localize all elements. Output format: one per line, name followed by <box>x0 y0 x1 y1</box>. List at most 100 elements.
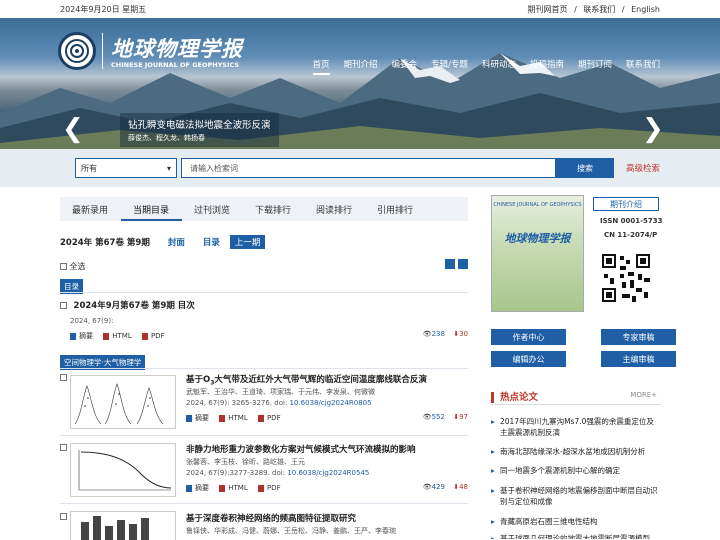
html-icon <box>219 484 226 492</box>
doi-link[interactable]: 10.6038/cjg2024R0545 <box>287 469 369 477</box>
export-icon[interactable] <box>445 259 455 269</box>
article-links: 摘要 HTML PDF <box>186 483 281 493</box>
tab-past-issues[interactable]: 过刊浏览 <box>182 197 243 221</box>
hot-paper-item[interactable]: 同一地震多个震源机制中心解的确定 <box>491 465 661 476</box>
article-authors: 张馨蓉、李玉枝、徐昕、路屹雄、王元 <box>186 458 305 466</box>
top-bar: 2024年9月20日 星期五 期刊网首页 / 联系我们 / English <box>0 0 720 18</box>
nav-home[interactable]: 首页 <box>312 58 330 75</box>
abstract-icon <box>70 332 76 340</box>
chevron-right-icon[interactable]: ❯ <box>642 116 664 142</box>
previous-issue-button[interactable]: 上一期 <box>229 235 266 249</box>
advanced-search-link[interactable]: 高级检索 <box>626 162 660 174</box>
journal-logo[interactable]: 地球物理学报 CHINESE JOURNAL OF GEOPHYSICS <box>58 32 243 70</box>
cover-link[interactable]: 封面 <box>168 236 185 248</box>
issn-label: ISSN 0001-5733 <box>600 217 663 225</box>
divider <box>60 292 468 293</box>
html-icon <box>219 414 226 422</box>
doi-link[interactable]: 10.6038/cjg2024R0805 <box>290 399 372 407</box>
eye-icon: 👁 <box>422 483 432 491</box>
editor-office-button[interactable]: 编辑办公 <box>491 351 566 367</box>
toc-entry: 2024年9月第67卷 第9期 目次 2024, 67(9): 摘要 HTML … <box>60 299 468 341</box>
divider <box>60 503 468 504</box>
select-all-checkbox[interactable] <box>60 263 67 270</box>
article-links: 摘要 HTML PDF <box>186 413 281 423</box>
nav-submission-guide[interactable]: 投稿指南 <box>530 58 564 75</box>
tab-latest-accepted[interactable]: 最新录用 <box>60 197 121 221</box>
pdf-icon <box>257 484 264 492</box>
article-item: 基于O3大气带及近红外大气带气辉的临近空间温度廓线联合反演 武魁军、王治华、王道… <box>60 373 468 422</box>
journal-cover-image[interactable]: CHINESE JOURNAL OF GEOPHYSICS 地球物理学报 <box>491 195 584 312</box>
issue-info: 2024年 第67卷 第9期 封面 目录 上一期 <box>60 235 266 249</box>
logo-english-title: CHINESE JOURNAL OF GEOPHYSICS <box>111 61 240 69</box>
hot-paper-item[interactable]: 青藏高原岩石圈三维电性结构 <box>491 516 661 527</box>
main-nav: 首页 期刊介绍 编委会 专辑/专题 科研动态 投稿指南 期刊订阅 联系我们 <box>299 58 660 75</box>
article-stats: 👁429 ⬇48 <box>422 483 468 491</box>
emblem-icon <box>58 32 96 70</box>
article-item: 非静力地形重力波参数化方案对气候模式大气环流模拟的影响 张馨蓉、李玉枝、徐昕、路… <box>60 443 468 492</box>
article-checkbox[interactable] <box>60 444 67 451</box>
nav-research-news[interactable]: 科研动态 <box>482 58 516 75</box>
article-title[interactable]: 非静力地形重力波参数化方案对气候模式大气环流模拟的影响 <box>186 443 416 455</box>
slide-title: 钻孔瞬变电磁法拟地震全波形反演 <box>128 120 271 131</box>
article-citation: 2024, 67(9):3277-3289. doi: 10.6038/cjg2… <box>186 469 370 477</box>
eye-icon: 👁 <box>422 330 432 338</box>
contact-link[interactable]: 联系我们 <box>583 5 615 14</box>
more-link[interactable]: MORE+ <box>630 391 657 399</box>
caret-down-icon: ▾ <box>166 163 171 173</box>
current-date: 2024年9月20日 星期五 <box>60 4 147 14</box>
article-citation: 2024, 67(9): 3265-3276. doi: 10.6038/cjg… <box>186 399 372 407</box>
article-authors: 武魁军、王治华、王道琦、项家瑞、于元伟、李发泉、何微微 <box>186 388 375 396</box>
hot-papers-header: 热点论文 MORE+ <box>491 389 661 405</box>
slide-caption[interactable]: 钻孔瞬变电磁法拟地震全波形反演 薛俊杰、程久龙、韩扬春 <box>120 113 279 147</box>
toc-meta: 2024, 67(9): <box>70 317 114 325</box>
search-input[interactable]: 请输入检索词 <box>181 158 556 178</box>
article-figure-thumbnail[interactable] <box>70 375 176 429</box>
search-button[interactable]: 搜索 <box>556 158 614 178</box>
hot-paper-item[interactable]: 2017年四川九寨沟Ms7.0强震的余震重定位及主震震源机制反演 <box>491 416 661 438</box>
english-link[interactable]: English <box>631 5 660 14</box>
article-stats: 👁552 ⬇97 <box>422 413 468 421</box>
article-item: 基于深度卷积神经网络的频高图特征提取研究 鲁铎侠、华彩成、冯健、蔚娜、王岳松、冯… <box>60 512 468 535</box>
expert-review-button[interactable]: 专家审稿 <box>601 329 676 345</box>
author-center-button[interactable]: 作者中心 <box>491 329 566 345</box>
tab-current-issue[interactable]: 当期目录 <box>121 197 182 221</box>
qr-code-icon <box>600 252 652 304</box>
abstract-icon <box>186 484 192 492</box>
nav-journal-intro[interactable]: 期刊介绍 <box>344 58 378 75</box>
journal-intro-button[interactable]: 期刊介绍 <box>593 197 659 211</box>
article-checkbox[interactable] <box>60 513 67 520</box>
rss-icon[interactable] <box>458 259 468 269</box>
toc-checkbox[interactable] <box>60 302 67 309</box>
logo-chinese-title: 地球物理学报 <box>111 36 243 61</box>
cn-label: CN 11-2074/P <box>604 231 658 239</box>
pdf-icon <box>141 332 148 340</box>
nav-special-issues[interactable]: 专辑/专题 <box>431 58 468 75</box>
pdf-icon <box>257 414 264 422</box>
chief-editor-review-button[interactable]: 主编审稿 <box>601 351 676 367</box>
tab-citation-ranking[interactable]: 引用排行 <box>365 197 426 221</box>
portal-home-link[interactable]: 期刊网首页 <box>528 5 568 14</box>
nav-contact[interactable]: 联系我们 <box>626 58 660 75</box>
nav-subscription[interactable]: 期刊订阅 <box>578 58 612 75</box>
chevron-left-icon[interactable]: ❮ <box>62 116 84 142</box>
slide-authors: 薛俊杰、程久龙、韩扬春 <box>128 134 205 142</box>
hero-banner: 地球物理学报 CHINESE JOURNAL OF GEOPHYSICS 首页 … <box>0 18 720 149</box>
hot-paper-item[interactable]: 南海北部陆缘深水-超深水盆地成因机制分析 <box>491 446 661 457</box>
hot-paper-item[interactable]: 基于卷积神经网络的地震偏移剖面中断层自动识别与定位和成像 <box>491 485 661 507</box>
nav-editorial-board[interactable]: 编委会 <box>392 58 418 75</box>
article-checkbox[interactable] <box>60 374 67 381</box>
top-links: 期刊网首页 / 联系我们 / English <box>527 4 660 14</box>
select-all[interactable]: 全选 <box>60 261 86 272</box>
search-scope-select[interactable]: 所有 ▾ <box>75 158 177 178</box>
hot-paper-item[interactable]: 基于球面几何理论的地震大地震断层震源模型 <box>491 533 661 539</box>
divider <box>60 368 468 369</box>
article-title[interactable]: 基于O3大气带及近红外大气带气辉的临近空间温度廓线联合反演 <box>186 373 427 387</box>
toc-title[interactable]: 2024年9月第67卷 第9期 目次 <box>74 301 195 311</box>
toc-links: 摘要 HTML PDF <box>70 331 468 341</box>
tab-download-ranking[interactable]: 下载排行 <box>243 197 304 221</box>
article-title[interactable]: 基于深度卷积神经网络的频高图特征提取研究 <box>186 512 356 524</box>
toc-link[interactable]: 目录 <box>203 236 220 248</box>
toc-stats: 👁238 ⬇30 <box>422 330 468 338</box>
tab-read-ranking[interactable]: 阅读排行 <box>304 197 365 221</box>
article-authors: 鲁铎侠、华彩成、冯健、蔚娜、王岳松、冯静、姜鹏、王严、李春琬 <box>186 527 396 535</box>
